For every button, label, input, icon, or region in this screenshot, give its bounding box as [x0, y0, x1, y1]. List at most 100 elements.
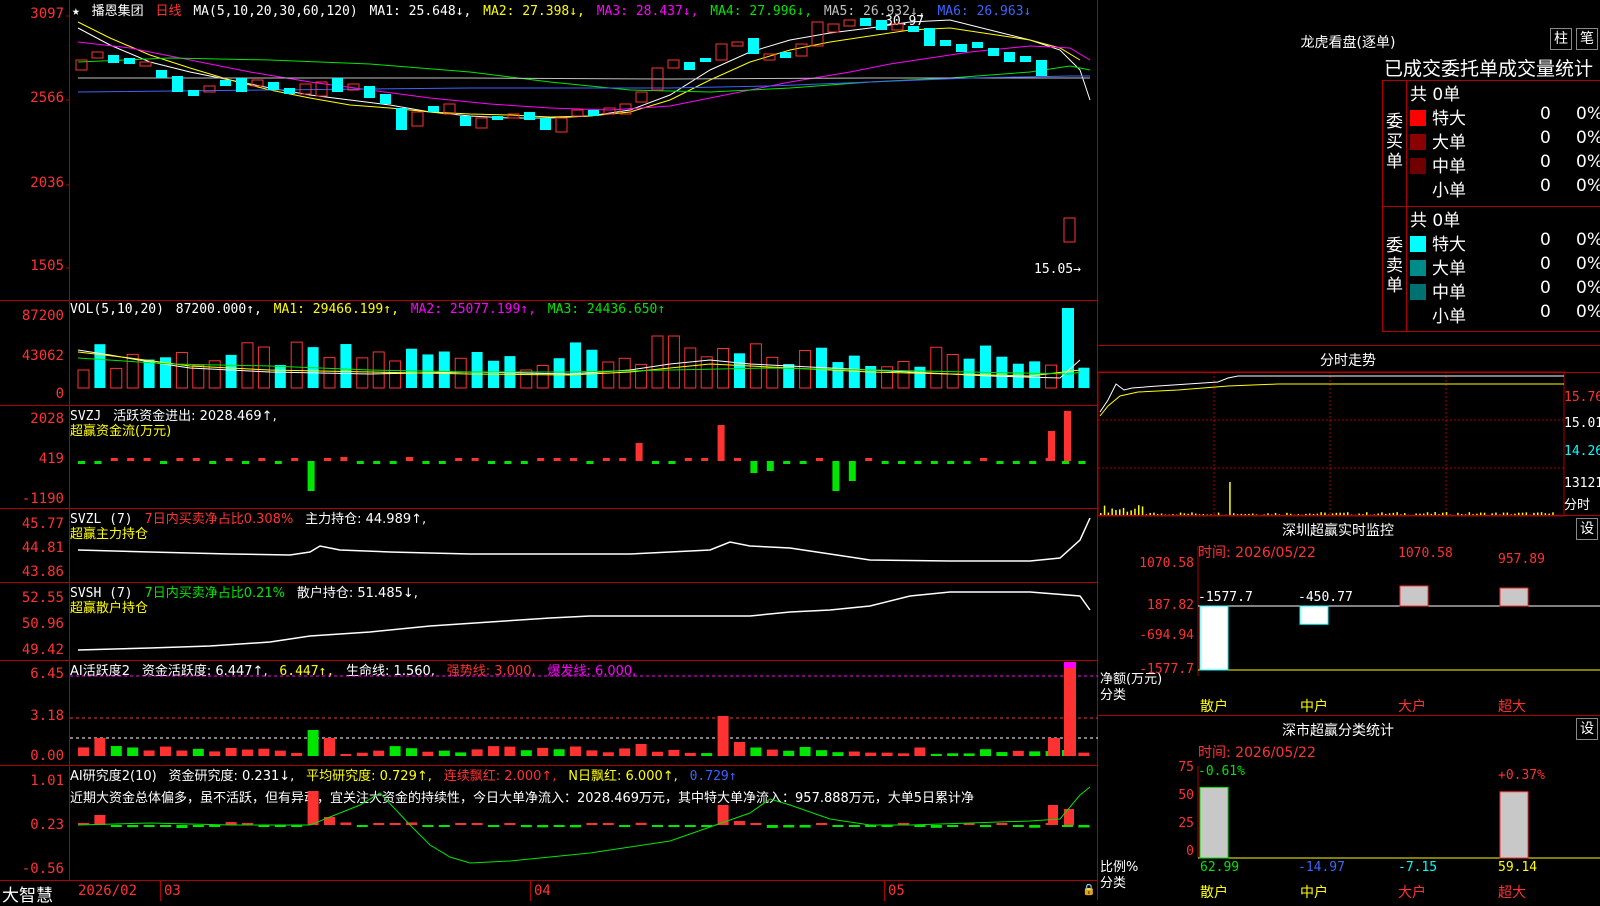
bar	[94, 344, 106, 388]
bar	[684, 752, 696, 756]
bar	[996, 461, 1004, 464]
pen-mode-button[interactable]: 笔	[1576, 28, 1598, 50]
sz-class-title: 深市超赢分类统计	[1282, 723, 1394, 739]
sz-cat-0: 散户	[1200, 699, 1228, 715]
svzl-ytick-1: 45.77	[21, 516, 64, 532]
bar	[930, 346, 943, 389]
sell-count-2: 0	[1540, 278, 1551, 298]
bar	[586, 349, 598, 388]
x-label-apr: 04	[534, 883, 551, 899]
buy-count-3: 0	[1540, 176, 1551, 196]
bar	[766, 749, 778, 756]
sz-monitor-panel[interactable]: 深圳超赢实时监控 设 时间: 2026/05/22 1070.58 187.82…	[1098, 515, 1600, 715]
bar	[996, 823, 1008, 825]
bar	[700, 356, 713, 389]
szc-bottom-label-3: 59.14	[1498, 860, 1538, 875]
bar	[980, 458, 987, 461]
sell-pct-2: 0%	[1576, 278, 1600, 298]
bar	[471, 458, 479, 461]
bar	[914, 461, 922, 464]
szc-top-label-1: +0.37%	[1498, 768, 1545, 783]
bar	[455, 752, 467, 756]
ai-active-canvas[interactable]	[70, 660, 1098, 765]
vol-canvas[interactable]	[70, 300, 1098, 405]
ma1-line	[77, 19, 1091, 119]
bar	[684, 347, 697, 389]
kline-ytick-4: 1505	[30, 258, 64, 274]
sz-monitor-title: 深圳超赢实时监控	[1282, 523, 1394, 539]
bar	[438, 825, 450, 827]
sell-side-label: 委卖单	[1386, 236, 1403, 296]
intraday-panel[interactable]: 分时走势 15.76 15.01 14.26 13121 分时	[1097, 345, 1600, 517]
sz-side-label2: 分类	[1100, 688, 1127, 703]
kline-ytick-1: 3097	[30, 6, 64, 22]
svsh-canvas[interactable]	[70, 582, 1098, 660]
bar	[537, 458, 545, 461]
svzl-canvas[interactable]	[70, 508, 1098, 582]
szc-ytick-1: 75	[1178, 760, 1194, 775]
bar	[1029, 751, 1041, 756]
bar	[963, 753, 975, 756]
bar	[602, 823, 614, 825]
bar	[160, 746, 171, 756]
bar	[1012, 825, 1024, 827]
bar	[175, 351, 188, 389]
kline-panel[interactable]: ★ 播恩集团 日线 MA(5,10,20,30,60,120) MA1: 25.…	[0, 0, 1098, 300]
vol-panel[interactable]: VOL(5,10,20) 87200.000↑, MA1: 29466.199↑…	[0, 300, 1098, 405]
bar	[438, 351, 450, 388]
svzl-panel[interactable]: SVZL (7) 7日内买卖净占比0.308% 主力持仓: 44.989↑, 超…	[0, 508, 1098, 582]
bar	[340, 753, 352, 756]
bar	[520, 750, 532, 756]
svsh-panel[interactable]: SVSH (7) 7日内买卖净占比0.21% 散户持仓: 51.485↓, 超赢…	[0, 582, 1098, 660]
bar	[176, 750, 188, 756]
sell-total: 共 0单	[1410, 211, 1461, 231]
sz-bar-label-0: -1577.7	[1198, 590, 1253, 605]
sz-bar-label-1: -450.77	[1298, 590, 1353, 605]
bar	[930, 753, 942, 756]
bar	[618, 357, 631, 389]
sell-row-1: 大单	[1410, 254, 1466, 279]
bar	[488, 461, 495, 464]
intraday-canvas[interactable]	[1097, 371, 1565, 517]
sell-count-3: 0	[1540, 302, 1551, 322]
ai-research-panel[interactable]: AI研究度2(10) 资金研究度: 0.231↓, 平均研究度: 0.729↑,…	[0, 765, 1098, 880]
bar	[816, 458, 823, 461]
intraday-footer: 分时	[1564, 498, 1591, 513]
buy-count-0: 0	[1540, 104, 1551, 124]
lock-icon[interactable]: 🔒	[1082, 883, 1096, 896]
bar	[1299, 605, 1329, 625]
szc-bottom-label-0: 62.99	[1200, 860, 1240, 875]
bar	[78, 747, 89, 756]
bar	[455, 823, 467, 825]
ai-research-canvas[interactable]	[70, 765, 1098, 880]
sz-cat-2: 大户	[1398, 699, 1426, 715]
bar	[537, 747, 549, 756]
bar	[455, 458, 463, 461]
bar	[1078, 367, 1090, 388]
kline-canvas[interactable]	[66, 0, 1098, 300]
sz-monitor-chart[interactable]	[1197, 546, 1600, 716]
buy-count-2: 0	[1540, 152, 1551, 172]
bar-mode-button[interactable]: 柱	[1550, 28, 1572, 50]
sz-class-settings-button[interactable]: 设	[1576, 718, 1598, 740]
sz-monitor-settings-button[interactable]: 设	[1576, 518, 1598, 540]
bar	[127, 747, 139, 756]
buy-pct-0: 0%	[1576, 104, 1600, 124]
svzj-ytick-2: 419	[38, 451, 64, 467]
bar	[848, 461, 856, 481]
bar	[488, 825, 499, 827]
bar	[488, 746, 499, 756]
bar	[356, 825, 368, 827]
bar	[865, 458, 873, 461]
bar	[389, 461, 397, 464]
bar	[602, 752, 614, 756]
sell-pct-3: 0%	[1576, 302, 1600, 322]
szc-bottom-label-1: -14.97	[1298, 860, 1345, 875]
bar	[717, 347, 730, 389]
x-axis-bar: 大智慧 2026/02 03 04 05 🔒	[0, 880, 1098, 906]
bar	[1048, 431, 1055, 461]
ai-active-panel[interactable]: AI活跃度2 资金活跃度: 6.447↑, 6.447↑, 生命线: 1.560…	[0, 660, 1098, 765]
svzj-panel[interactable]: SVZJ 活跃资金进出: 2028.469↑, 超赢资金流(万元) 2028 4…	[0, 405, 1098, 508]
svzj-canvas[interactable]	[70, 405, 1098, 508]
sz-class-panel[interactable]: 深市超赢分类统计 设 时间: 2026/05/22 75 50 25 0 比例%…	[1098, 715, 1600, 901]
